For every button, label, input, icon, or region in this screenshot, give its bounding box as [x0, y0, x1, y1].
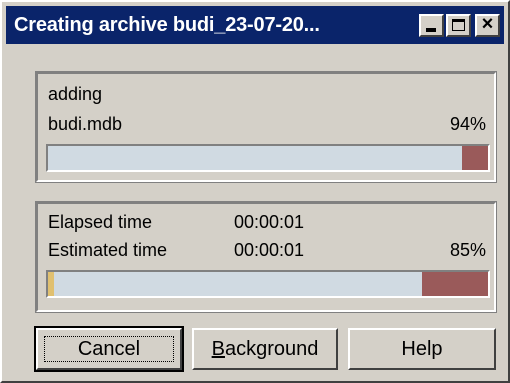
background-button-label: Background — [211, 337, 319, 360]
current-file-group: adding budi.mdb 94% — [35, 71, 497, 183]
estimated-time-label: Estimated time — [48, 240, 168, 260]
window-title: Creating archive budi_23-07-20... — [14, 13, 320, 36]
close-icon: × — [481, 12, 494, 35]
close-button[interactable]: × — [475, 12, 500, 37]
file-percent: 94% — [449, 114, 486, 134]
maximize-button[interactable] — [446, 13, 471, 37]
maximize-icon — [452, 18, 465, 31]
background-button[interactable]: Background — [192, 328, 338, 370]
file-progress-bar — [46, 144, 490, 172]
archive-progress-dialog: Creating archive budi_23-07-20... × addi… — [0, 0, 510, 383]
cancel-button[interactable]: Cancel — [34, 326, 184, 372]
minimize-button[interactable] — [419, 13, 444, 37]
help-button[interactable]: Help — [348, 328, 496, 370]
file-progress-remaining — [461, 146, 488, 170]
file-name: budi.mdb — [48, 114, 123, 134]
cancel-button-label: Cancel — [77, 337, 141, 360]
overall-percent: 85% — [449, 240, 486, 260]
title-bar[interactable]: Creating archive budi_23-07-20... × — [6, 6, 504, 44]
estimated-time-value: 00:00:01 — [234, 240, 305, 260]
overall-progress-bar — [46, 270, 490, 298]
overall-progress-group: Elapsed time 00:00:01 Estimated time 00:… — [35, 201, 497, 313]
minimize-icon — [426, 27, 436, 32]
overall-progress-marker — [48, 272, 54, 296]
elapsed-time-label: Elapsed time — [48, 212, 153, 232]
file-progress-fill — [48, 146, 462, 170]
overall-progress-remaining — [422, 272, 488, 296]
overall-progress-fill — [48, 272, 422, 296]
elapsed-time-value: 00:00:01 — [234, 212, 305, 232]
help-button-label: Help — [401, 337, 443, 360]
action-label: adding — [48, 84, 103, 104]
